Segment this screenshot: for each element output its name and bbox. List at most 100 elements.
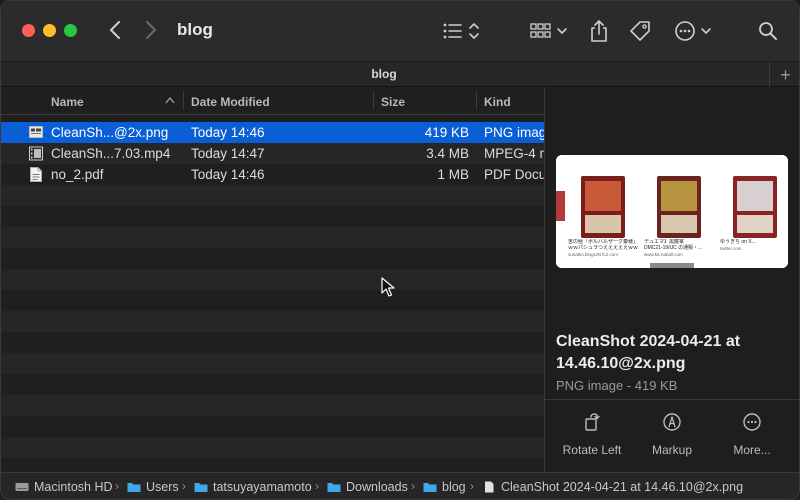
zoom-button[interactable] xyxy=(64,24,77,37)
ellipsis-circle-icon xyxy=(675,21,711,41)
markup-label: Markup xyxy=(651,443,692,457)
chevron-right-icon: › xyxy=(411,479,415,493)
list-row-stripe xyxy=(1,332,544,353)
list-row-stripe xyxy=(1,290,544,311)
column-header: Name Date Modified Size Kind xyxy=(1,87,544,115)
list-row-stripe xyxy=(1,353,544,374)
finder-window: blog blog + Name Date Modified Size Kind… xyxy=(0,0,800,500)
tab-blog[interactable]: blog xyxy=(1,67,767,81)
list-row-stripe xyxy=(1,374,544,395)
file-list[interactable]: Name Date Modified Size Kind CleanSh...@… xyxy=(1,87,544,472)
markup-button[interactable]: Markup xyxy=(632,409,712,457)
more-icon xyxy=(743,413,761,431)
group-button[interactable] xyxy=(530,19,570,43)
video-file-icon xyxy=(29,146,43,161)
minimize-button[interactable] xyxy=(43,24,56,37)
list-row-stripe xyxy=(1,185,544,206)
column-divider[interactable] xyxy=(476,92,477,110)
thumbnail-caption-1: 苦の極「ボルバルザーク秦様」 ｗｗパシュラつえええええｗｗ xyxy=(568,239,639,251)
file-size: 3.4 MB xyxy=(426,146,469,161)
pdf-file-icon xyxy=(30,167,42,182)
file-size: 419 KB xyxy=(424,125,469,140)
list-view-icon xyxy=(443,23,479,39)
file-name: CleanSh...7.03.mp4 xyxy=(51,146,171,161)
path-bar: Macintosh HD › Users › tatsuyayamamoto ›… xyxy=(1,472,799,499)
path-item-label: blog xyxy=(442,480,466,494)
search-button[interactable] xyxy=(758,19,778,43)
chevron-right-icon xyxy=(146,21,156,39)
list-item[interactable]: no_2.pdf Today 14:46 1 MB PDF Docu xyxy=(1,164,544,185)
file-date-modified: Today 14:46 xyxy=(191,125,265,140)
chevron-right-icon: › xyxy=(182,479,186,493)
group-grid-icon xyxy=(530,23,567,38)
path-item-label: CleanShot 2024-04-21 at 14.46.10@2x.png xyxy=(501,480,744,494)
column-header-kind[interactable]: Kind xyxy=(484,95,511,109)
folder-icon xyxy=(423,483,437,492)
path-item-macintosh-hd[interactable]: Macintosh HD xyxy=(15,480,113,494)
thumbnail-source-1: sunattio.blog100.fc2.com xyxy=(568,252,619,257)
path-item-blog[interactable]: blog xyxy=(423,480,466,494)
tag-button[interactable] xyxy=(629,19,651,43)
path-item-label: tatsuyayamamoto xyxy=(213,480,312,494)
forward-button[interactable] xyxy=(141,19,161,41)
list-row-stripe xyxy=(1,395,544,416)
markup-icon xyxy=(663,413,681,431)
more-label: More... xyxy=(733,443,771,457)
thumbnail-source-2: www.ka-naball.com xyxy=(644,252,683,257)
list-row-stripe xyxy=(1,437,544,458)
list-row-stripe xyxy=(1,416,544,437)
chevron-right-icon: › xyxy=(315,479,319,493)
window-title: blog xyxy=(177,20,213,39)
list-row-stripe xyxy=(1,311,544,332)
file-date-modified: Today 14:46 xyxy=(191,167,265,182)
path-item-users[interactable]: Users xyxy=(127,480,179,494)
preview-pane: 苦の極「ボルバルザーク秦様」 ｗｗパシュラつえええええｗｗ sunattio.b… xyxy=(544,87,799,472)
back-button[interactable] xyxy=(105,19,125,41)
chevron-left-icon xyxy=(110,21,120,39)
file-size: 1 MB xyxy=(437,167,469,182)
list-row-stripe xyxy=(1,248,544,269)
path-item-user-home[interactable]: tatsuyayamamoto xyxy=(194,480,312,494)
folder-icon xyxy=(194,483,208,492)
chevron-right-icon: › xyxy=(470,479,474,493)
list-row-stripe xyxy=(1,269,544,290)
tab-bar: blog + xyxy=(1,61,799,88)
column-header-size[interactable]: Size xyxy=(381,95,405,109)
folder-icon xyxy=(327,483,341,492)
path-item-file[interactable]: CleanShot 2024-04-21 at 14.46.10@2x.png xyxy=(482,480,743,494)
action-menu-button[interactable] xyxy=(674,19,714,43)
file-kind: PNG imag xyxy=(484,125,544,140)
file-date-modified: Today 14:47 xyxy=(191,146,265,161)
column-header-date[interactable]: Date Modified xyxy=(191,95,270,109)
more-button[interactable]: More... xyxy=(712,409,792,457)
preview-thumbnail[interactable]: 苦の極「ボルバルザーク秦様」 ｗｗパシュラつえええええｗｗ sunattio.b… xyxy=(556,155,788,268)
file-icon xyxy=(485,481,494,493)
new-tab-button[interactable]: + xyxy=(769,62,799,88)
file-name: no_2.pdf xyxy=(51,167,104,182)
column-divider[interactable] xyxy=(183,92,184,110)
tag-icon xyxy=(630,21,650,41)
mouse-pointer-icon xyxy=(381,277,395,297)
list-row-stripe xyxy=(1,458,544,472)
path-item-label: Downloads xyxy=(346,480,408,494)
search-icon xyxy=(759,22,777,40)
file-kind: MPEG-4 m xyxy=(484,146,544,161)
rotate-left-button[interactable]: Rotate Left xyxy=(552,409,632,457)
close-button[interactable] xyxy=(22,24,35,37)
path-item-downloads[interactable]: Downloads xyxy=(327,480,408,494)
sort-ascending-icon xyxy=(165,97,175,104)
path-item-label: Users xyxy=(146,480,179,494)
rotate-left-icon xyxy=(585,413,600,431)
list-item[interactable]: CleanSh...7.03.mp4 Today 14:47 3.4 MB MP… xyxy=(1,143,544,164)
column-divider[interactable] xyxy=(373,92,374,110)
list-item[interactable]: CleanSh...@2x.png Today 14:46 419 KB PNG… xyxy=(1,122,544,143)
file-kind: PDF Docu xyxy=(484,167,544,182)
folder-icon xyxy=(127,483,141,492)
thumbnail-source-3: twitter.com xyxy=(720,246,742,251)
png-file-icon xyxy=(29,126,43,138)
column-header-name[interactable]: Name xyxy=(51,95,84,109)
list-row-stripe xyxy=(1,227,544,248)
preview-file-name: CleanShot 2024-04-21 at 14.46.10@2x.png xyxy=(556,333,741,372)
list-view-button[interactable] xyxy=(442,19,482,43)
share-button[interactable] xyxy=(590,19,608,43)
